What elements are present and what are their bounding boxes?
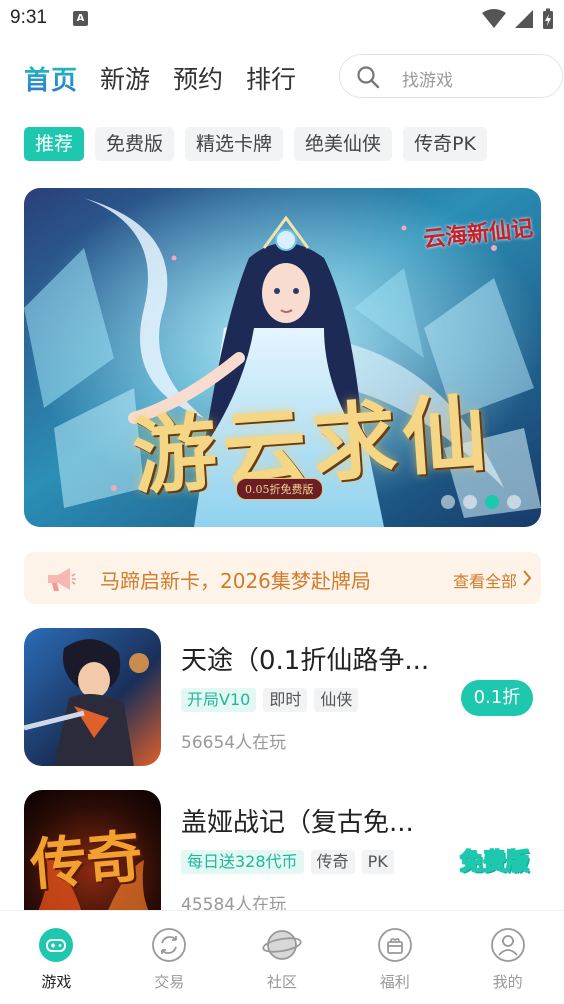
bottom-tab-bar: 游戏 交易 社区 福利 我的 bbox=[0, 910, 564, 1004]
banner-dot-active[interactable] bbox=[485, 495, 499, 509]
gamepad-icon bbox=[39, 928, 74, 962]
wifi-icon bbox=[482, 9, 506, 28]
nav-home[interactable]: 首页 bbox=[24, 60, 78, 97]
user-icon bbox=[490, 928, 525, 962]
status-bar: 9:31 A bbox=[0, 0, 564, 38]
game-list-item[interactable]: 天途（0.1折仙路争... 开局V10 即时 仙侠 56654人在玩 0.1折 bbox=[24, 628, 544, 768]
discount-button[interactable]: 0.1折 bbox=[461, 680, 533, 716]
search-input[interactable]: 找游戏 bbox=[339, 54, 563, 98]
battery-icon bbox=[543, 8, 553, 29]
game-tag: 仙侠 bbox=[314, 688, 359, 712]
promo-banner[interactable]: 云海新仙记 游云求仙 0.05折免费版 bbox=[24, 188, 541, 527]
banner-tag: 0.05折免费版 bbox=[236, 478, 323, 500]
banner-pagination bbox=[441, 495, 521, 509]
tab-label: 交易 bbox=[154, 973, 185, 991]
chip-recommended[interactable]: 推荐 bbox=[24, 127, 85, 161]
banner-dot[interactable] bbox=[507, 495, 521, 509]
game-list-item[interactable]: 传奇 盖娅战记（复古免... 每日送328代币 传奇 PK 45584人在玩 免… bbox=[24, 790, 544, 930]
tab-profile[interactable]: 我的 bbox=[451, 911, 564, 1004]
tab-benefits[interactable]: 福利 bbox=[338, 911, 451, 1004]
game-tags: 每日送328代币 传奇 PK bbox=[181, 850, 394, 874]
chip-xianxia[interactable]: 绝美仙侠 bbox=[294, 127, 393, 161]
chip-free[interactable]: 免费版 bbox=[95, 127, 175, 161]
game-icon[interactable] bbox=[24, 628, 161, 766]
game-tag: PK bbox=[361, 850, 394, 874]
status-icons bbox=[482, 8, 554, 30]
banner-dot[interactable] bbox=[441, 495, 455, 509]
chip-card-games[interactable]: 精选卡牌 bbox=[185, 127, 284, 161]
notification-icon: A bbox=[73, 11, 88, 26]
tab-games[interactable]: 游戏 bbox=[0, 911, 113, 1004]
chevron-right-icon bbox=[523, 570, 532, 586]
game-tag: 开局V10 bbox=[181, 688, 257, 712]
game-tags: 开局V10 即时 仙侠 bbox=[181, 688, 359, 712]
player-count: 56654人在玩 bbox=[181, 733, 287, 753]
view-all-link[interactable]: 查看全部 bbox=[453, 568, 517, 592]
game-tag: 即时 bbox=[263, 688, 308, 712]
tab-label: 福利 bbox=[379, 973, 410, 991]
tab-trade[interactable]: 交易 bbox=[113, 911, 226, 1004]
game-tag: 传奇 bbox=[310, 850, 355, 874]
free-version-badge[interactable]: 免费版 bbox=[460, 842, 530, 876]
announcement-text: 马蹄启新卡，2026集梦赴牌局 bbox=[100, 569, 371, 593]
game-icon[interactable]: 传奇 bbox=[24, 790, 161, 928]
game-title[interactable]: 天途（0.1折仙路争... bbox=[181, 640, 429, 677]
megaphone-icon bbox=[48, 568, 76, 591]
nav-ranking[interactable]: 排行 bbox=[246, 60, 296, 96]
category-chips: 推荐 免费版 精选卡牌 绝美仙侠 传奇PK bbox=[24, 127, 487, 161]
search-icon bbox=[357, 66, 380, 89]
signal-icon bbox=[515, 10, 533, 28]
tab-label: 社区 bbox=[266, 973, 297, 991]
chip-legend-pk[interactable]: 传奇PK bbox=[403, 127, 487, 161]
search-placeholder: 找游戏 bbox=[402, 71, 453, 91]
banner-dot[interactable] bbox=[463, 495, 477, 509]
status-time: 9:31 bbox=[10, 7, 47, 28]
game-icon-art bbox=[24, 628, 161, 766]
tab-label: 游戏 bbox=[41, 973, 72, 991]
gift-icon bbox=[377, 928, 412, 962]
nav-new-games[interactable]: 新游 bbox=[100, 60, 150, 96]
nav-reservations[interactable]: 预约 bbox=[173, 60, 223, 96]
game-tag: 每日送328代币 bbox=[181, 850, 304, 874]
planet-icon bbox=[262, 930, 302, 960]
top-nav: 首页 新游 预约 排行 bbox=[24, 58, 319, 98]
tab-community[interactable]: 社区 bbox=[226, 911, 339, 1004]
game-icon-text: 传奇 bbox=[27, 823, 146, 899]
game-title[interactable]: 盖娅战记（复古免... bbox=[181, 802, 414, 839]
announcement-bar[interactable]: 马蹄启新卡，2026集梦赴牌局 查看全部 bbox=[24, 552, 541, 604]
trade-icon bbox=[152, 928, 187, 962]
tab-label: 我的 bbox=[492, 973, 523, 991]
